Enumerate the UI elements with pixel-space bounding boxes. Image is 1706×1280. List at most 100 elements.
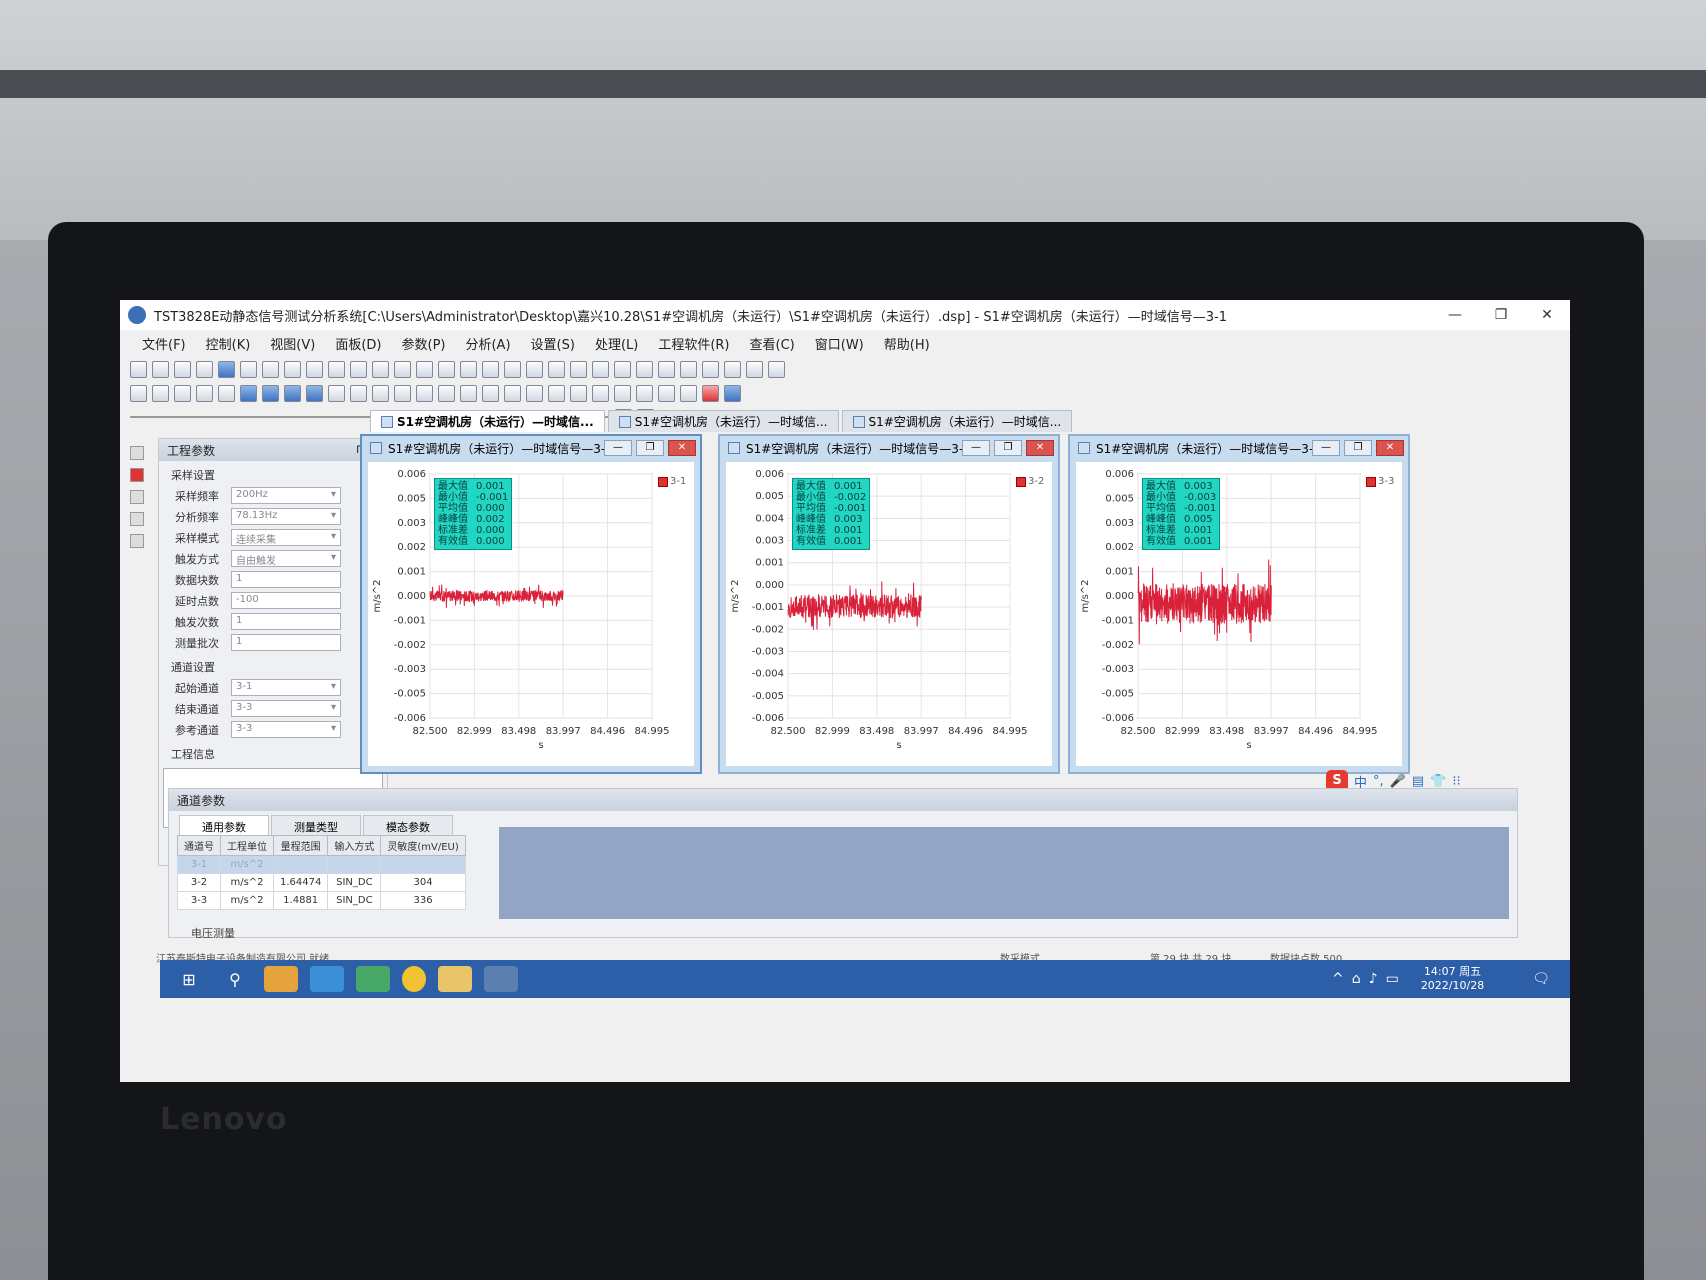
edge-browser-icon[interactable] — [310, 966, 344, 992]
clock[interactable]: 14:07 周五 2022/10/28 — [1421, 965, 1484, 993]
layout-horizontal-icon[interactable] — [262, 360, 279, 378]
chart-close-button[interactable]: ✕ — [1026, 440, 1054, 456]
zoom-in-icon[interactable] — [130, 384, 147, 402]
search-icon[interactable]: ⚲ — [218, 966, 252, 992]
peak-icon-4[interactable] — [570, 384, 587, 402]
chart-window-titlebar[interactable]: S1#空调机房（未运行）—时域信号—3-3— ❐ ✕ — [1070, 436, 1408, 460]
trigger-mode-select[interactable]: 自由触发 ▾ — [231, 550, 341, 567]
stop-icon[interactable] — [130, 468, 144, 482]
report-icon-5[interactable] — [702, 360, 719, 378]
align-icon-7[interactable] — [570, 360, 587, 378]
align-icon-4[interactable] — [504, 360, 521, 378]
analysis-rate-select[interactable]: 78.13Hz ▾ — [231, 508, 341, 525]
zoom-y-icon[interactable] — [196, 384, 213, 402]
menu-params[interactable]: 参数(P) — [402, 334, 446, 353]
ref-channel-select[interactable]: 3-3 ▾ — [231, 721, 341, 738]
open-icon[interactable] — [152, 360, 169, 378]
end-channel-select[interactable]: 3-3 ▾ — [231, 700, 341, 717]
table-row[interactable]: 3-1 m/s^2 — [177, 855, 466, 874]
keyboard-tray-icon[interactable]: ▭ — [1386, 971, 1399, 987]
start-button[interactable]: ⊞ — [172, 966, 206, 992]
page-icon[interactable] — [658, 384, 675, 402]
align-icon-1[interactable] — [438, 360, 455, 378]
volume-icon[interactable]: ♪ — [1369, 971, 1378, 987]
report-icon-1[interactable] — [614, 360, 631, 378]
peak-icon-3[interactable] — [548, 384, 565, 402]
plot-area[interactable]: 0.006 0.005 0.003 0.002 0.001 0.000 -0.001 -0.0… — [368, 462, 694, 766]
menu-window[interactable]: 窗口(W) — [815, 334, 864, 353]
chart-close-button[interactable]: ✕ — [1376, 440, 1404, 456]
undo-icon[interactable] — [614, 384, 631, 402]
export-icon[interactable] — [746, 360, 763, 378]
marker-icon-4[interactable] — [482, 384, 499, 402]
measure-icon[interactable] — [394, 384, 411, 402]
chart-window-3[interactable]: S1#空调机房（未运行）—时域信号—3-3— ❐ ✕ 0.006 0.005 0.003 0… — [1068, 434, 1410, 774]
time-signal-chart[interactable]: 0.0060.0050.0030.0020.0010.000-0.001-0.0… — [368, 462, 694, 766]
table-row[interactable]: 3-3 m/s^2 1.4881 SIN_DC 336 — [177, 891, 466, 910]
last-icon[interactable] — [306, 384, 323, 402]
layout-single-icon[interactable] — [240, 360, 257, 378]
arrow-left-icon[interactable] — [262, 384, 279, 402]
file-explorer-icon[interactable] — [438, 966, 472, 992]
batch-input[interactable]: 1 — [231, 634, 341, 651]
first-icon[interactable] — [284, 384, 301, 402]
tools-icon[interactable] — [724, 360, 741, 378]
menu-analysis[interactable]: 分析(A) — [465, 334, 510, 353]
config-icon[interactable] — [768, 360, 785, 378]
align-icon-3[interactable] — [482, 360, 499, 378]
time-signal-chart[interactable]: 0.0060.0050.0040.0030.0010.000-0.001-0.0… — [726, 462, 1052, 766]
chrome-icon[interactable] — [402, 966, 426, 992]
peak-icon-1[interactable] — [504, 384, 521, 402]
pause-icon[interactable] — [130, 446, 144, 460]
marker-icon-3[interactable] — [460, 384, 477, 402]
sample-mode-select[interactable]: 连续采集 ▾ — [231, 529, 341, 546]
analysis-icon-3[interactable] — [394, 360, 411, 378]
menu-look[interactable]: 查看(C) — [750, 334, 795, 353]
chart-restore-button[interactable]: ❐ — [636, 440, 664, 456]
hand-icon[interactable] — [350, 384, 367, 402]
chart-legend[interactable]: 3-2 — [1016, 476, 1044, 487]
align-icon-8[interactable] — [592, 360, 609, 378]
align-icon-5[interactable] — [526, 360, 543, 378]
start-channel-select[interactable]: 3-1 ▾ — [231, 679, 341, 696]
block-count-input[interactable]: 1 — [231, 571, 341, 588]
align-icon-2[interactable] — [460, 360, 477, 378]
menu-engineering[interactable]: 工程软件(R) — [658, 334, 729, 353]
chart-close-button[interactable]: ✕ — [668, 440, 696, 456]
chart-minimize-button[interactable]: — — [962, 440, 990, 456]
zoom-x-icon[interactable] — [174, 384, 191, 402]
app-pinned-icon-1[interactable] — [264, 966, 298, 992]
menu-panel[interactable]: 面板(D) — [335, 334, 381, 353]
print-icon[interactable] — [196, 360, 213, 378]
chart-legend[interactable]: 3-1 — [658, 476, 686, 487]
menu-help[interactable]: 帮助(H) — [884, 334, 930, 353]
network-icon[interactable]: ⌂ — [1352, 971, 1361, 987]
restore-button[interactable]: ❐ — [1478, 307, 1524, 323]
peak-icon-2[interactable] — [526, 384, 543, 402]
zoom-out-icon[interactable] — [152, 384, 169, 402]
peak-icon-5[interactable] — [592, 384, 609, 402]
search-icon[interactable] — [328, 384, 345, 402]
select-icon[interactable] — [372, 384, 389, 402]
chart-window-titlebar[interactable]: S1#空调机房（未运行）—时域信号—3-2— ❐ ✕ — [720, 436, 1058, 460]
doc-tab-3[interactable]: S1#空调机房（未运行）—时域信... — [841, 410, 1073, 432]
analysis-icon-1[interactable] — [350, 360, 367, 378]
menu-file[interactable]: 文件(F) — [142, 334, 186, 353]
report-icon-4[interactable] — [680, 360, 697, 378]
sample-rate-select[interactable]: 200Hz ▾ — [231, 487, 341, 504]
time-signal-chart[interactable]: 0.0060.0050.0030.0020.0010.000-0.001-0.0… — [1076, 462, 1402, 766]
notification-icon[interactable]: 🗨 — [1532, 971, 1550, 987]
delay-points-input[interactable]: -100 — [231, 592, 341, 609]
report-icon-3[interactable] — [658, 360, 675, 378]
binoculars-icon[interactable] — [130, 534, 144, 548]
chart-restore-button[interactable]: ❐ — [1344, 440, 1372, 456]
arrow-right-icon[interactable] — [240, 384, 257, 402]
analysis-icon-2[interactable] — [372, 360, 389, 378]
app-pinned-icon-2[interactable] — [356, 966, 390, 992]
layout-close-icon[interactable] — [328, 360, 345, 378]
chart-icon[interactable] — [130, 490, 144, 504]
plot-area[interactable]: 0.006 0.005 0.003 0.002 0.001 0.000 -0.001 -0.0… — [1076, 462, 1402, 766]
chart-window-2[interactable]: S1#空调机房（未运行）—时域信号—3-2— ❐ ✕ 0.006 0.005 0.004 0… — [718, 434, 1060, 774]
chart-window-titlebar[interactable]: S1#空调机房（未运行）—时域信号—3-1— ❐ ✕ — [362, 436, 700, 460]
marker-icon-1[interactable] — [416, 384, 433, 402]
